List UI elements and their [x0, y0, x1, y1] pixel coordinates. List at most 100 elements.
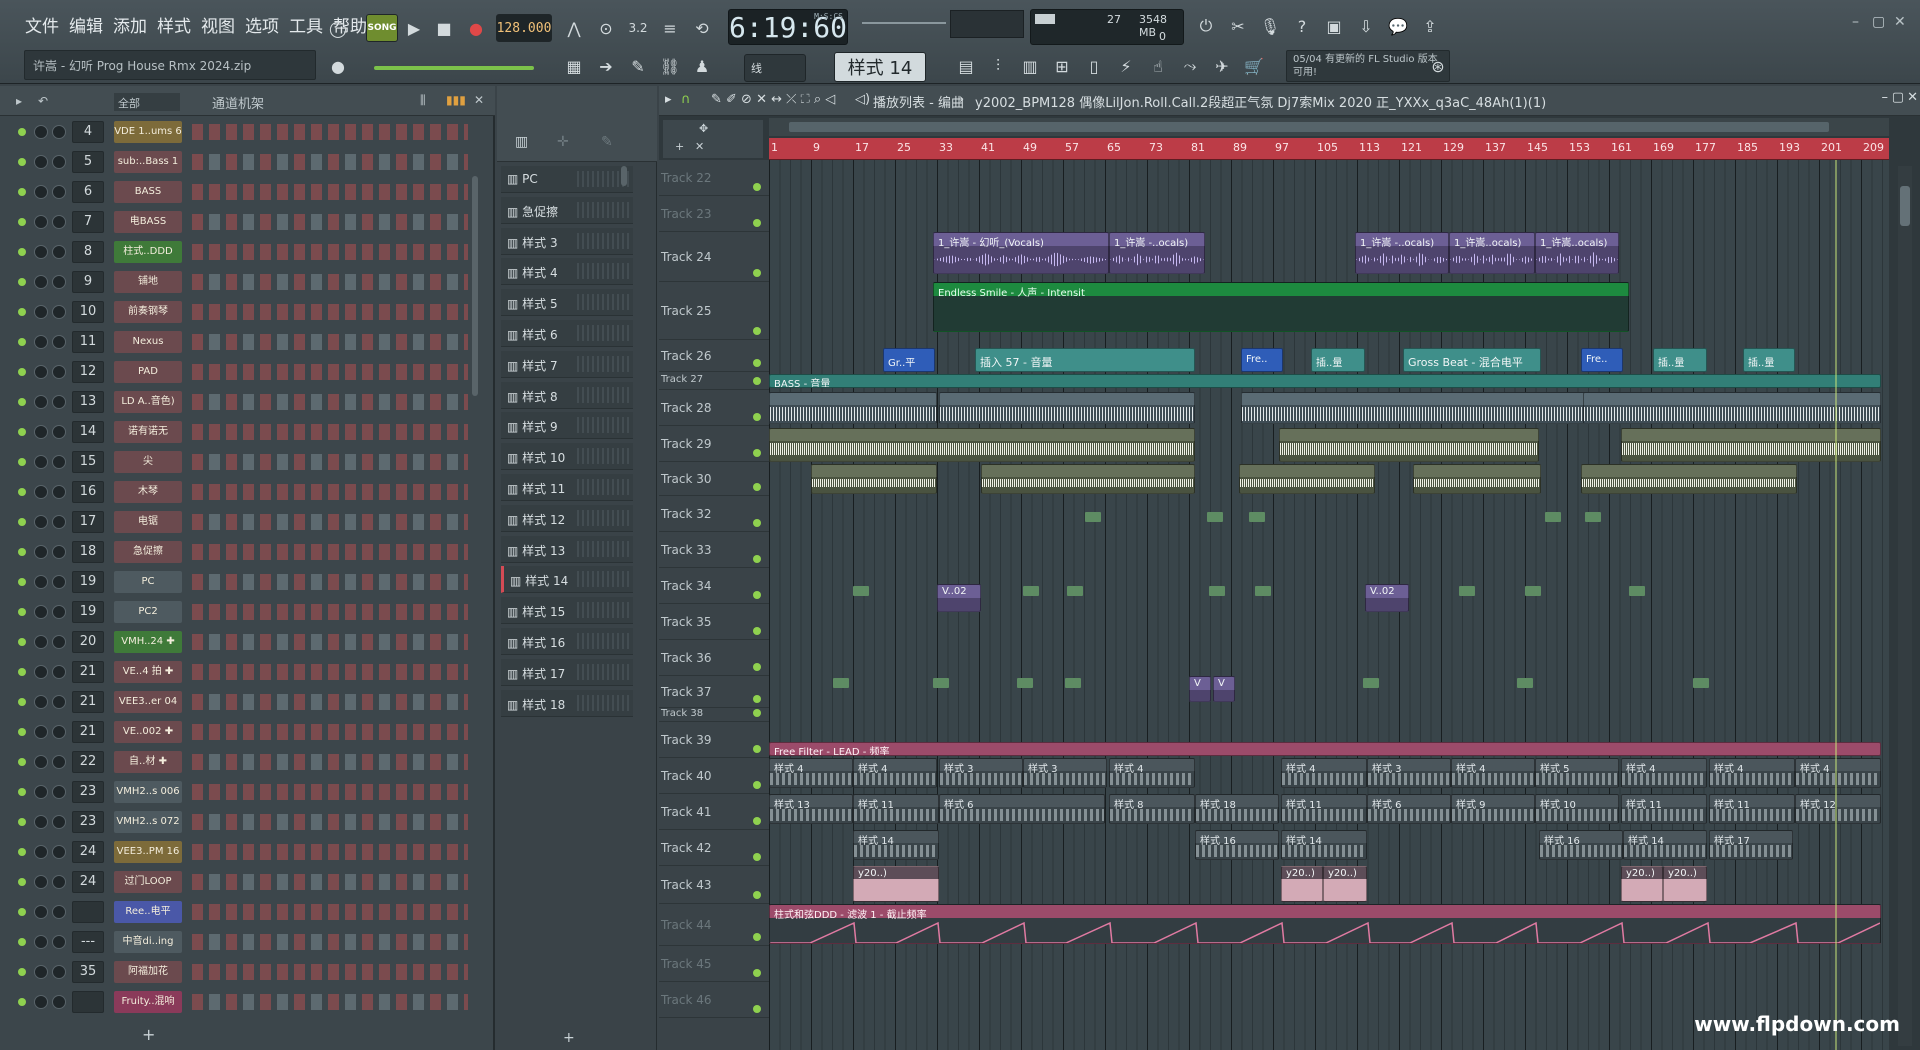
channel-pan-knob[interactable] [34, 215, 48, 229]
automation-clip[interactable]: Endless Smile - 人声 - Intensit [933, 282, 1629, 332]
track-mute-led[interactable] [753, 183, 761, 191]
pattern-clip[interactable] [939, 392, 1195, 424]
channel-volume-knob[interactable] [52, 545, 66, 559]
mixer-track-number[interactable]: 20 [72, 631, 104, 653]
sample-clip[interactable] [1629, 586, 1645, 596]
mixer-track-number[interactable]: 24 [72, 871, 104, 893]
step-sequencer[interactable] [192, 634, 468, 650]
channel-row[interactable]: Ree..电平 [0, 898, 480, 926]
channel-name-button[interactable]: 自..材 ✚ [114, 751, 182, 773]
scroll-thumb[interactable] [1900, 186, 1910, 226]
track-header[interactable]: Track 34 [659, 568, 769, 604]
channel-pan-knob[interactable] [34, 455, 48, 469]
channel-row[interactable]: 12 PAD [0, 358, 480, 386]
track-mute-led[interactable] [753, 413, 761, 421]
channel-volume-knob[interactable] [52, 395, 66, 409]
track-header[interactable]: Track 30 [659, 462, 769, 496]
channel-volume-knob[interactable] [52, 725, 66, 739]
channel-name-button[interactable]: 急促擦 [114, 541, 182, 563]
channel-pan-knob[interactable] [34, 275, 48, 289]
mixer-track-number[interactable]: 7 [72, 211, 104, 233]
pattern-clip[interactable]: 样式 11 [853, 794, 939, 824]
pattern-clip[interactable]: 样式 16 [1539, 830, 1623, 860]
channel-volume-knob[interactable] [52, 275, 66, 289]
playlist-icon[interactable]: ▤ [952, 52, 980, 80]
pattern-clip[interactable] [1621, 428, 1881, 462]
channel-pan-knob[interactable] [34, 335, 48, 349]
mixer-track-number[interactable] [72, 991, 104, 1013]
channel-volume-knob[interactable] [52, 635, 66, 649]
chat-icon[interactable]: 💬 [1384, 12, 1412, 40]
channel-name-button[interactable]: VEE3..er 04 [114, 691, 182, 713]
plugin-icon[interactable]: ⚡ [1112, 52, 1140, 80]
audio-clip[interactable]: y20..) [853, 866, 939, 902]
pattern-list-item[interactable]: ▥ 样式 8 [501, 381, 633, 409]
pattern-list-item[interactable]: ▥ 样式 6 [501, 320, 633, 347]
mixer-track-number[interactable]: 13 [72, 391, 104, 413]
arrow-icon[interactable]: ➔ [592, 52, 620, 80]
channel-volume-knob[interactable] [52, 245, 66, 259]
pattern-list-item[interactable]: ▥ 样式 11 [501, 474, 633, 501]
mixer-track-number[interactable]: 16 [72, 481, 104, 503]
step-sequencer[interactable] [192, 964, 468, 980]
track-header[interactable]: Track 22 [659, 160, 769, 196]
channel-row[interactable]: 17 电锯 [0, 508, 480, 536]
track-mute-led[interactable] [753, 709, 761, 717]
step-sequencer[interactable] [192, 694, 468, 710]
channel-enable-led[interactable] [18, 998, 26, 1006]
pattern-clip[interactable]: 样式 13 [769, 794, 853, 824]
audio-clip[interactable]: y20..) [1621, 866, 1663, 902]
step-sequencer[interactable] [192, 544, 468, 560]
pattern-clip[interactable]: 样式 11 [1709, 794, 1795, 824]
channel-enable-led[interactable] [18, 278, 26, 286]
master-volume-knob-icon[interactable]: ◯ [324, 14, 352, 42]
pattern-clip[interactable] [811, 464, 937, 494]
mixer-track-number[interactable]: 4 [72, 121, 104, 143]
pattern-clip[interactable]: 样式 4 [1109, 758, 1195, 788]
tempo-display[interactable]: 128.000 [496, 14, 552, 42]
channel-row[interactable]: 24 VEE3..PM 16 [0, 838, 480, 866]
help-icon[interactable]: ? [1288, 12, 1316, 40]
track-header[interactable]: Track 36 [659, 640, 769, 676]
channel-row[interactable]: 11 Nexus [0, 328, 480, 356]
song-position-clock[interactable]: M:S:CS 6:19:60 [728, 9, 848, 45]
channel-enable-led[interactable] [18, 158, 26, 166]
wait-input-icon[interactable]: ⊙ [592, 14, 620, 42]
sample-clip[interactable] [933, 678, 949, 688]
menu-file[interactable]: 文件 [22, 10, 62, 42]
step-sequencer[interactable] [192, 214, 468, 230]
channel-name-button[interactable]: Ree..电平 [114, 901, 182, 923]
sample-clip[interactable] [1085, 512, 1101, 522]
channel-pan-knob[interactable] [34, 125, 48, 139]
metronome-icon[interactable]: ⋀ [560, 14, 588, 42]
step-sequencer[interactable] [192, 934, 468, 950]
play-icon[interactable]: ▶ [400, 14, 428, 42]
pattern-clip[interactable]: 样式 11 [1621, 794, 1707, 824]
sample-clip[interactable] [1585, 512, 1601, 522]
pattern-clip[interactable] [1241, 392, 1621, 424]
step-sequencer[interactable] [192, 724, 468, 740]
channel-enable-led[interactable] [18, 638, 26, 646]
channel-row[interactable]: 23 VMH2..s 006 [0, 778, 480, 806]
track-mute-led[interactable] [753, 483, 761, 491]
pattern-clip[interactable]: 样式 4 [1795, 758, 1881, 788]
snap-select[interactable]: 线 [744, 54, 806, 82]
step-sequencer[interactable] [192, 334, 468, 350]
channel-enable-led[interactable] [18, 128, 26, 136]
channel-name-button[interactable]: 诺有诺无 [114, 421, 182, 443]
channel-name-button[interactable]: VEE3..PM 16 [114, 841, 182, 863]
pattern-clip[interactable]: 样式 14 [1623, 830, 1707, 860]
mixer-track-number[interactable]: 6 [72, 181, 104, 203]
pattern-list-item[interactable]: ▥ 样式 7 [501, 350, 633, 378]
channel-volume-knob[interactable] [52, 695, 66, 709]
step-sequencer[interactable] [192, 154, 468, 170]
audio-clip[interactable]: V [1213, 676, 1235, 702]
track-header[interactable]: Track 29 [659, 426, 769, 462]
step-sequencer[interactable] [192, 424, 468, 440]
channel-enable-led[interactable] [18, 518, 26, 526]
track-mute-led[interactable] [753, 377, 761, 385]
pattern-list-item[interactable]: ▥ PC [501, 166, 633, 193]
mixer-track-number[interactable]: 11 [72, 331, 104, 353]
menu-add[interactable]: 添加 [110, 10, 150, 42]
audio-clip[interactable]: 1_许嵩 - 幻听_(Vocals) [933, 232, 1109, 274]
